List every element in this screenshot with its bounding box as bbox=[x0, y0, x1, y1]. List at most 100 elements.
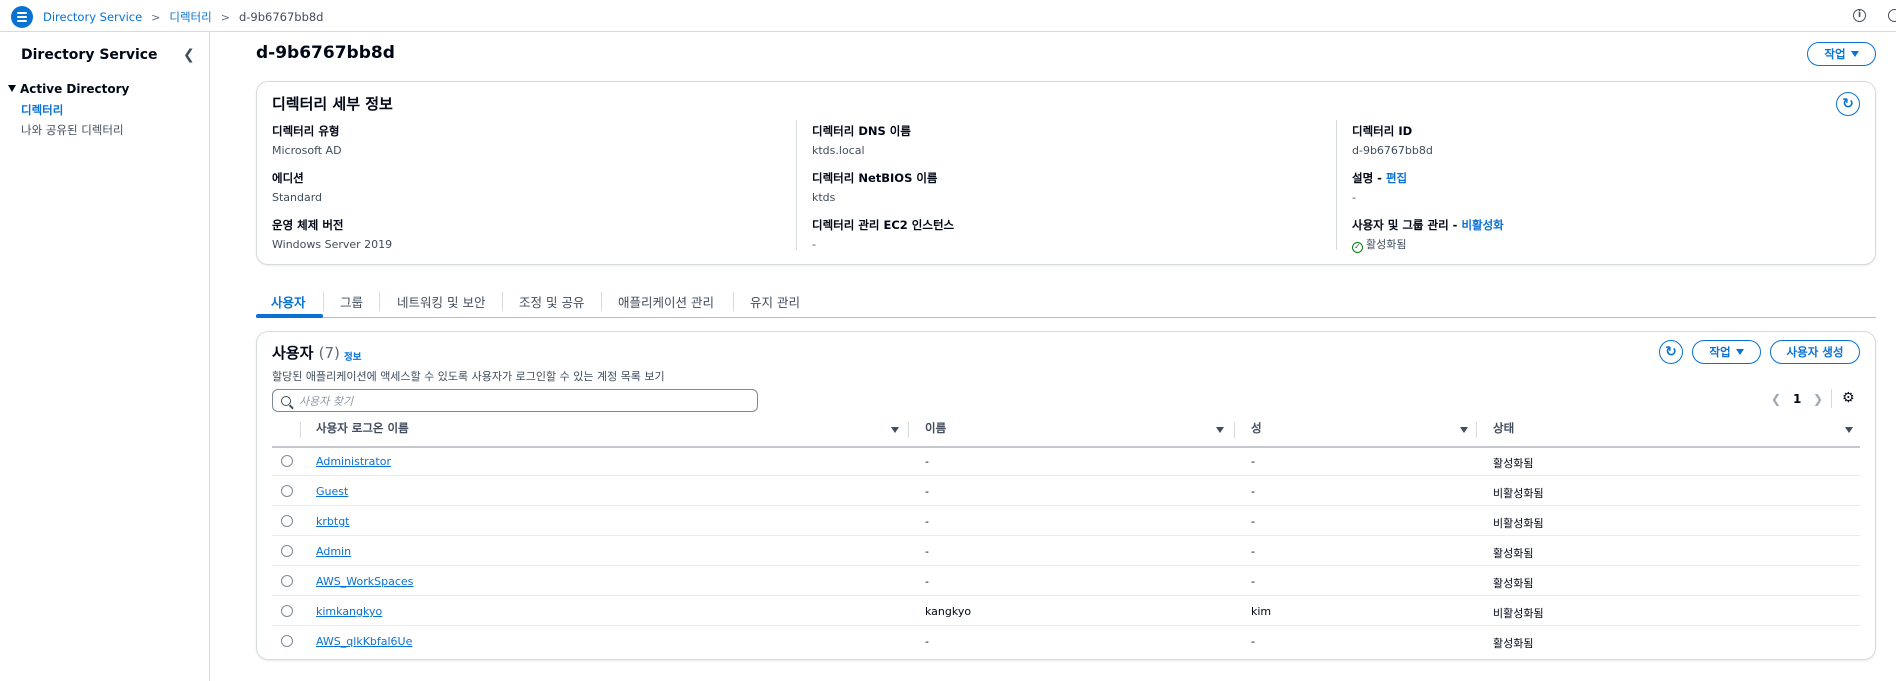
directory-details-title: 디렉터리 세부 정보 bbox=[272, 95, 393, 113]
user-logon-link[interactable]: krbtgt bbox=[316, 515, 349, 528]
column-header-logon-name[interactable]: 사용자 로그온 이름 bbox=[316, 420, 409, 436]
row-select-radio[interactable] bbox=[281, 575, 293, 587]
detail-label: 디렉터리 DNS 이름 bbox=[812, 124, 911, 138]
table-row[interactable]: Administrator - - 활성화됨 bbox=[272, 446, 1860, 476]
table-row[interactable]: AWS_qlkKbfal6Ue - - 활성화됨 bbox=[272, 626, 1860, 656]
chevron-right-icon: > bbox=[151, 10, 161, 24]
detail-label-text: 설명 bbox=[1352, 171, 1374, 185]
previous-page-icon[interactable]: ❮ bbox=[1771, 392, 1781, 406]
actions-button[interactable]: 작업 bbox=[1807, 42, 1876, 66]
page-number[interactable]: 1 bbox=[1793, 392, 1801, 406]
caret-down-icon bbox=[8, 85, 16, 92]
directory-details-card bbox=[256, 81, 1876, 265]
user-logon-link[interactable]: AWS_qlkKbfal6Ue bbox=[316, 635, 412, 648]
gear-icon[interactable]: ⚙ bbox=[1842, 390, 1855, 406]
column-header-status[interactable]: 상태 bbox=[1493, 420, 1514, 436]
create-user-button[interactable]: 사용자 생성 bbox=[1770, 340, 1860, 364]
menu-icon[interactable] bbox=[11, 6, 33, 28]
info-icon[interactable]: i bbox=[1853, 9, 1866, 22]
next-page-icon[interactable]: ❯ bbox=[1813, 392, 1823, 406]
tab-groups[interactable]: 그룹 bbox=[340, 284, 363, 318]
disable-management-link[interactable]: 비활성화 bbox=[1461, 218, 1503, 232]
column-divider bbox=[796, 120, 797, 250]
refresh-icon[interactable]: ↻ bbox=[1659, 340, 1683, 364]
pager-divider bbox=[1831, 389, 1832, 408]
row-select-radio[interactable] bbox=[281, 635, 293, 647]
refresh-icon[interactable]: ↻ bbox=[1836, 92, 1860, 116]
tab-application-management[interactable]: 애플리케이션 관리 bbox=[618, 284, 714, 318]
table-row[interactable]: Guest - - 비활성화됨 bbox=[272, 476, 1860, 506]
settings-icon[interactable] bbox=[1888, 9, 1896, 22]
detail-os-version: 운영 체제 버전 Windows Server 2019 bbox=[272, 217, 392, 251]
detail-value: d-9b6767bb8d bbox=[1352, 144, 1433, 157]
top-navigation-bar: Directory Service > 디렉터리 > d-9b6767bb8d … bbox=[0, 0, 1896, 32]
row-select-radio[interactable] bbox=[281, 605, 293, 617]
sort-icon[interactable] bbox=[1460, 427, 1468, 433]
row-select-radio[interactable] bbox=[281, 455, 293, 467]
tab-bar: 사용자 그룹 네트워킹 및 보안 조정 및 공유 애플리케이션 관리 유지 관리 bbox=[256, 284, 1876, 318]
tab-maintenance[interactable]: 유지 관리 bbox=[750, 284, 800, 318]
user-status: 활성화됨 bbox=[1493, 547, 1534, 560]
active-tab-indicator bbox=[256, 314, 323, 318]
detail-label: 사용자 및 그룹 관리 - 비활성화 bbox=[1352, 218, 1504, 232]
sort-icon[interactable] bbox=[1216, 427, 1224, 433]
breadcrumb-directories[interactable]: 디렉터리 bbox=[169, 9, 211, 25]
column-divider bbox=[1336, 120, 1337, 250]
tab-divider bbox=[733, 292, 734, 311]
detail-value: ktds bbox=[812, 191, 836, 204]
row-select-radio[interactable] bbox=[281, 545, 293, 557]
caret-down-icon bbox=[1735, 349, 1744, 355]
users-title-text: 사용자 bbox=[272, 344, 314, 362]
sidebar-group-active-directory[interactable]: Active Directory bbox=[8, 82, 129, 96]
breadcrumb-directory-service[interactable]: Directory Service bbox=[43, 10, 142, 24]
sidebar-item-directories[interactable]: 디렉터리 bbox=[21, 102, 63, 118]
user-logon-link[interactable]: Guest bbox=[316, 485, 348, 498]
tab-scale-share[interactable]: 조정 및 공유 bbox=[519, 284, 584, 318]
search-icon bbox=[281, 395, 291, 406]
info-link[interactable]: 정보 bbox=[344, 349, 361, 363]
sort-icon[interactable] bbox=[891, 427, 899, 433]
sort-icon[interactable] bbox=[1845, 427, 1853, 433]
column-divider bbox=[1476, 422, 1477, 438]
users-actions-button[interactable]: 작업 bbox=[1692, 340, 1761, 364]
row-select-radio[interactable] bbox=[281, 515, 293, 527]
sidebar-group-label: Active Directory bbox=[20, 82, 130, 96]
sidebar-title: Directory Service bbox=[21, 47, 158, 63]
tab-divider bbox=[323, 292, 324, 311]
table-row[interactable]: krbtgt - - 비활성화됨 bbox=[272, 506, 1860, 536]
user-first-name: - bbox=[925, 485, 929, 498]
table-row[interactable]: AWS_WorkSpaces - - 활성화됨 bbox=[272, 566, 1860, 596]
user-first-name: - bbox=[925, 515, 929, 528]
check-circle-icon: ✓ bbox=[1352, 242, 1363, 253]
breadcrumb-current: d-9b6767bb8d bbox=[238, 10, 324, 24]
table-row[interactable]: Admin - - 활성화됨 bbox=[272, 536, 1860, 566]
table-row[interactable]: kimkangkyo kangkyo kim 비활성화됨 bbox=[272, 596, 1860, 626]
user-status: 비활성화됨 bbox=[1493, 487, 1544, 500]
detail-label: 설명 - 편집 bbox=[1352, 171, 1408, 185]
breadcrumb: Directory Service > 디렉터리 > d-9b6767bb8d bbox=[43, 9, 324, 25]
tab-networking-security[interactable]: 네트워킹 및 보안 bbox=[397, 284, 485, 318]
tab-divider bbox=[502, 292, 503, 311]
user-logon-link[interactable]: Admin bbox=[316, 545, 351, 558]
users-description: 할당된 애플리케이션에 액세스할 수 있도록 사용자가 로그인할 수 있는 계정… bbox=[272, 370, 665, 383]
column-header-first-name[interactable]: 이름 bbox=[925, 420, 946, 436]
detail-label: 디렉터리 관리 EC2 인스턴스 bbox=[812, 218, 955, 232]
chevron-left-icon[interactable]: ❮ bbox=[183, 47, 195, 63]
user-logon-link[interactable]: kimkangkyo bbox=[316, 605, 382, 618]
edit-description-link[interactable]: 편집 bbox=[1386, 171, 1407, 185]
user-logon-link[interactable]: Administrator bbox=[316, 455, 391, 468]
column-header-last-name[interactable]: 성 bbox=[1251, 420, 1262, 436]
actions-button-label: 작업 bbox=[1824, 47, 1846, 61]
detail-label: 에디션 bbox=[272, 171, 304, 185]
column-divider bbox=[300, 422, 301, 438]
user-logon-link[interactable]: AWS_WorkSpaces bbox=[316, 575, 413, 588]
search-input[interactable]: 사용자 찾기 bbox=[272, 389, 758, 412]
user-status: 활성화됨 bbox=[1493, 577, 1534, 590]
detail-description: 설명 - 편집 - bbox=[1352, 170, 1407, 204]
sidebar-item-shared-directories[interactable]: 나와 공유된 디렉터리 bbox=[21, 122, 124, 138]
detail-label: 디렉터리 NetBIOS 이름 bbox=[812, 171, 938, 185]
user-last-name: - bbox=[1251, 635, 1255, 648]
tab-users[interactable]: 사용자 bbox=[271, 284, 306, 318]
row-select-radio[interactable] bbox=[281, 485, 293, 497]
detail-label: 디렉터리 ID bbox=[1352, 124, 1413, 138]
